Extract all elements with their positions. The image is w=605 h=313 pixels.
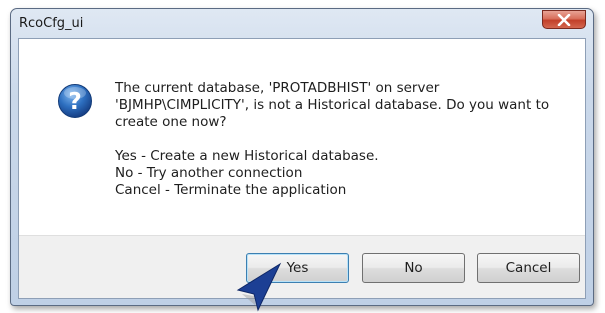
message-line: The current database, 'PROTADBHIST' on s… xyxy=(115,80,440,96)
cancel-button[interactable]: Cancel xyxy=(477,253,580,283)
message-spacer xyxy=(115,131,575,148)
message-area: ? The current database, 'PROTADBHIST' on… xyxy=(19,39,585,235)
svg-text:?: ? xyxy=(68,89,81,115)
dialog-window: RcoCfg_ui ? The current database, 'PROTA… xyxy=(10,8,594,306)
message-line: create one now? xyxy=(115,114,227,130)
window-title: RcoCfg_ui xyxy=(19,16,84,31)
page: RcoCfg_ui ? The current database, 'PROTA… xyxy=(0,0,605,313)
option-line-no: No - Try another connection xyxy=(115,165,303,181)
option-line-yes: Yes - Create a new Historical database. xyxy=(115,148,379,164)
title-bar[interactable]: RcoCfg_ui xyxy=(11,9,593,38)
question-icon: ? xyxy=(58,84,92,118)
pointer-arrow-icon xyxy=(236,262,282,312)
message-line: 'BJMHP\CIMPLICITY', is not a Historical … xyxy=(115,97,550,113)
dialog-message: The current database, 'PROTADBHIST' on s… xyxy=(115,80,575,199)
dialog-client-area: ? The current database, 'PROTADBHIST' on… xyxy=(18,38,586,299)
no-button[interactable]: No xyxy=(362,253,465,283)
option-line-cancel: Cancel - Terminate the application xyxy=(115,182,347,198)
close-x-icon xyxy=(557,13,571,26)
close-button[interactable] xyxy=(542,10,586,29)
